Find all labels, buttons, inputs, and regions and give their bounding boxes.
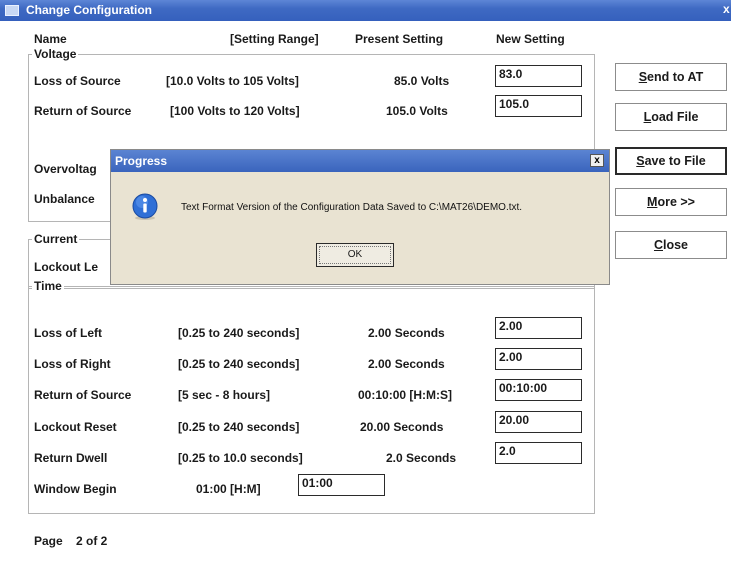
voltage-row-label: Loss of Source xyxy=(34,74,121,88)
voltage-row-label: Overvoltag xyxy=(34,162,97,176)
time-row-range: [0.25 to 240 seconds] xyxy=(178,357,300,371)
send-to-at-label: end to AT xyxy=(647,70,704,84)
close-label: lose xyxy=(663,238,689,252)
loss-of-left-input[interactable]: 2.00 xyxy=(495,317,582,339)
current-row-label: Lockout Le xyxy=(34,260,99,274)
voltage-row-range: [10.0 Volts to 105 Volts] xyxy=(166,74,299,88)
progress-dialog-close-button[interactable]: x xyxy=(590,154,604,167)
window-title: Change Configuration xyxy=(26,3,152,17)
time-row-present: 20.00 Seconds xyxy=(360,420,444,434)
voltage-row-label: Unbalance xyxy=(34,192,95,206)
time-row-range: [0.25 to 240 seconds] xyxy=(178,326,300,340)
time-row-present: 2.0 Seconds xyxy=(386,451,457,465)
window-close-button[interactable]: x xyxy=(723,2,730,16)
window-begin-present: 01:00 [H:M] xyxy=(196,482,261,496)
window-titlebar: Change Configuration x xyxy=(0,0,731,21)
time-row-present: 2.00 Seconds xyxy=(368,326,445,340)
time-row-present: 2.00 Seconds xyxy=(368,357,445,371)
progress-dialog-titlebar: Progress x xyxy=(111,150,609,172)
time-row-label: Return of Source xyxy=(34,388,132,402)
time-row-label: Loss of Left xyxy=(34,326,102,340)
main-window: Name [Setting Range] Present Setting New… xyxy=(0,21,731,582)
progress-dialog-title: Progress xyxy=(115,154,168,168)
time-row-range: [5 sec - 8 hours] xyxy=(178,388,271,402)
save-to-file-button[interactable]: Save to File xyxy=(615,147,727,175)
header-setting-range: [Setting Range] xyxy=(230,32,319,46)
voltage-row-label: Return of Source xyxy=(34,104,132,118)
progress-dialog-ok-button[interactable]: OK xyxy=(316,243,394,267)
voltage-row-present: 85.0 Volts xyxy=(394,74,450,88)
window-begin-label: Window Begin xyxy=(34,482,117,496)
lockout-reset-input[interactable]: 20.00 xyxy=(495,411,582,433)
time-row-label: Loss of Right xyxy=(34,357,111,371)
voltage-group-title: Voltage xyxy=(32,47,79,61)
loss-of-right-input[interactable]: 2.00 xyxy=(495,348,582,370)
time-row-range: [0.25 to 10.0 seconds] xyxy=(178,451,303,465)
send-to-at-button[interactable]: Send to AT xyxy=(615,63,727,91)
load-file-button[interactable]: Load File xyxy=(615,103,727,131)
voltage-row-range: [100 Volts to 120 Volts] xyxy=(170,104,300,118)
save-to-file-mnemonic: S xyxy=(636,154,645,168)
progress-dialog: Progress x Text Format Version of the Co… xyxy=(110,149,610,285)
close-button[interactable]: Close xyxy=(615,231,727,259)
time-row-label: Lockout Reset xyxy=(34,420,117,434)
save-to-file-label: ave to File xyxy=(644,154,706,168)
page-indicator: 2 of 2 xyxy=(76,534,108,548)
progress-dialog-message: Text Format Version of the Configuration… xyxy=(181,202,523,213)
send-to-at-mnemonic: S xyxy=(638,70,648,84)
load-file-label: oad File xyxy=(651,110,699,124)
current-group-title: Current xyxy=(32,232,80,246)
return-of-source-voltage-input[interactable]: 105.0 xyxy=(495,95,582,117)
header-new-setting: New Setting xyxy=(496,32,565,46)
window-app-icon xyxy=(5,5,19,16)
time-row-label: Return Dwell xyxy=(34,451,108,465)
return-of-source-time-input[interactable]: 00:10:00 xyxy=(495,379,582,401)
info-icon xyxy=(131,193,159,221)
time-row-present: 00:10:00 [H:M:S] xyxy=(358,388,453,402)
more-mnemonic: M xyxy=(647,195,658,209)
time-row-range: [0.25 to 240 seconds] xyxy=(178,420,300,434)
header-present-setting: Present Setting xyxy=(355,32,444,46)
more-button[interactable]: More >> xyxy=(615,188,727,216)
close-mnemonic: C xyxy=(653,238,663,252)
voltage-row-present: 105.0 Volts xyxy=(386,104,448,118)
page-label: Page xyxy=(34,534,63,548)
ok-focus-ring xyxy=(319,246,391,264)
return-dwell-input[interactable]: 2.0 xyxy=(495,442,582,464)
more-label: ore >> xyxy=(657,195,695,209)
header-name: Name xyxy=(34,32,67,46)
window-begin-input[interactable]: 01:00 xyxy=(298,474,385,496)
time-group-title: Time xyxy=(32,279,64,293)
loss-of-source-voltage-input[interactable]: 83.0 xyxy=(495,65,582,87)
